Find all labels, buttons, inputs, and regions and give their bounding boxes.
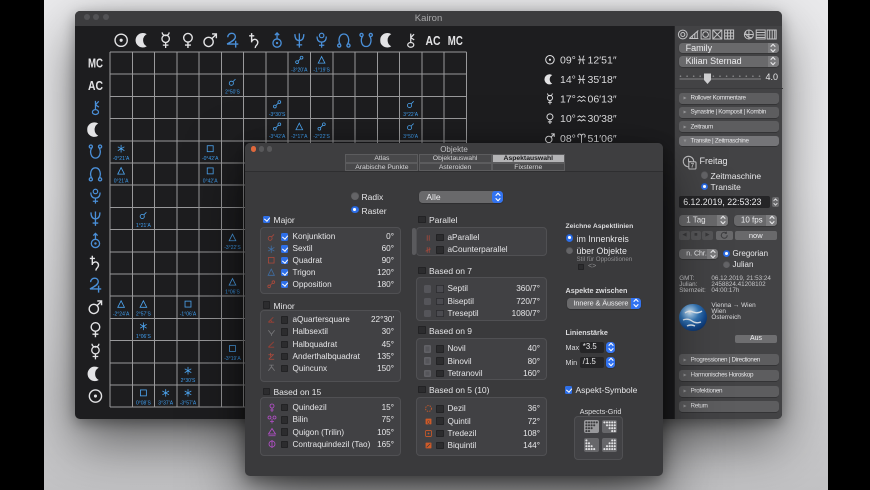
svg-text:-1°06’A: -1°06’A xyxy=(180,312,197,318)
svg-text:MC: MC xyxy=(88,57,103,71)
svg-text:2°30’S: 2°30’S xyxy=(181,378,196,384)
svg-text:-2°22’S: -2°22’S xyxy=(313,134,330,140)
svg-text:-3°57’A: -3°57’A xyxy=(180,400,197,406)
svg-text:2°57’S: 2°57’S xyxy=(136,312,151,318)
svg-text:-0°21’A: -0°21’A xyxy=(113,156,130,162)
svg-text:-3°19’A: -3°19’A xyxy=(224,356,241,362)
svg-text:Q: Q xyxy=(426,419,430,424)
svg-text:14°: 14° xyxy=(560,74,576,86)
svg-text:-1°19’S: -1°19’S xyxy=(313,67,330,73)
svg-text:0°42’A: 0°42’A xyxy=(203,178,218,184)
svg-text:06′13″: 06′13″ xyxy=(588,94,617,106)
svg-text:1°06’S: 1°06’S xyxy=(136,334,151,340)
svg-text:35′18″: 35′18″ xyxy=(588,74,617,86)
svg-text:-2°24’A: -2°24’A xyxy=(113,312,130,318)
svg-text:AC: AC xyxy=(426,34,441,48)
svg-text:-2°17’A: -2°17’A xyxy=(291,134,308,140)
svg-text:-0°42’A: -0°42’A xyxy=(202,156,219,162)
svg-text:0°21’A: 0°21’A xyxy=(114,178,129,184)
svg-text:-3°30’S: -3°30’S xyxy=(269,112,286,118)
svg-text:3°37’A: 3°37’A xyxy=(158,400,173,406)
svg-text:10°: 10° xyxy=(560,113,576,125)
svg-text:1°06’S: 1°06’S xyxy=(225,289,240,295)
svg-text:3°50’A: 3°50’A xyxy=(403,134,418,140)
svg-text:0°08’S: 0°08’S xyxy=(136,400,151,406)
svg-text:AC: AC xyxy=(88,79,103,93)
svg-text:30′38″: 30′38″ xyxy=(588,113,617,125)
svg-text:12′51″: 12′51″ xyxy=(588,54,617,66)
svg-text:3°22’A: 3°22’A xyxy=(403,112,418,118)
svg-text:-3°22’S: -3°22’S xyxy=(224,245,241,251)
svg-text:09°: 09° xyxy=(560,54,576,66)
svg-text:-3°20’A: -3°20’A xyxy=(291,67,308,73)
svg-text:MC: MC xyxy=(448,34,463,48)
svg-text:17°: 17° xyxy=(560,94,576,106)
svg-text:-3°42’A: -3°42’A xyxy=(269,134,286,140)
svg-text:1°21’A: 1°21’A xyxy=(136,223,151,229)
svg-text:2°50’S: 2°50’S xyxy=(225,90,240,96)
